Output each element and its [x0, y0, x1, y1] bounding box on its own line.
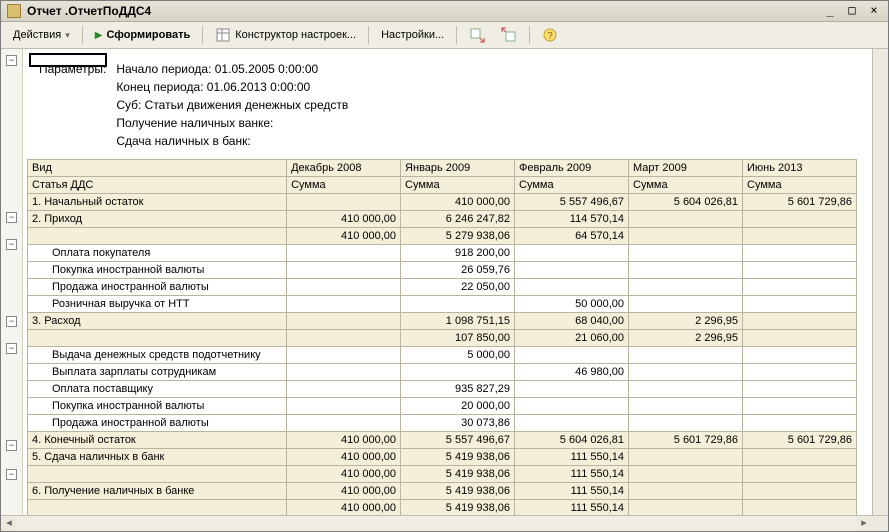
scroll-left-icon[interactable]: ◂: [1, 516, 17, 531]
form-button[interactable]: ▶Сформировать: [89, 27, 197, 43]
table-row: 4. Конечный остаток410 000,005 557 496,6…: [28, 432, 857, 449]
window-title: Отчет .ОтчетПоДДС4: [27, 4, 151, 18]
table-row: 6. Получение наличных в банке410 000,005…: [28, 483, 857, 500]
table-row: 1. Начальный остаток410 000,005 557 496,…: [28, 194, 857, 211]
col-mar2009: Март 2009: [629, 160, 743, 177]
col-dec2008: Декабрь 2008: [287, 160, 401, 177]
report-table: Вид Декабрь 2008 Январь 2009 Февраль 200…: [27, 159, 857, 515]
help-button[interactable]: ?: [536, 25, 564, 45]
col-feb2009: Февраль 2009: [515, 160, 629, 177]
actions-menu[interactable]: Действия: [7, 27, 76, 43]
grid-import-icon: [501, 27, 517, 43]
header-row-1: Вид Декабрь 2008 Январь 2009 Февраль 200…: [28, 160, 857, 177]
titlebar: Отчет .ОтчетПоДДС4 _ □ ×: [1, 1, 888, 22]
col-article: Статья ДДС: [28, 177, 287, 194]
tree-gutter: − − − − − − −: [1, 49, 23, 515]
table-row: 410 000,005 419 938,06111 550,14: [28, 466, 857, 483]
tree-toggle[interactable]: −: [6, 212, 17, 223]
parameters-block: Параметры:Начало периода: 01.05.2005 0:0…: [33, 59, 354, 151]
horizontal-scrollbar[interactable]: ◂ ▸: [1, 515, 888, 531]
constructor-button[interactable]: Конструктор настроек...: [209, 25, 362, 45]
table-row: Покупка иностранной валюты20 000,00: [28, 398, 857, 415]
tree-toggle[interactable]: −: [6, 316, 17, 327]
separator: [82, 26, 83, 44]
param-deposit: Сдача наличных в банк:: [112, 133, 352, 149]
svg-text:?: ?: [547, 31, 553, 42]
vertical-scrollbar[interactable]: [872, 49, 888, 515]
separator: [529, 26, 530, 44]
document-icon: [7, 4, 21, 18]
maximize-button[interactable]: □: [844, 4, 860, 18]
grid-export-icon: [469, 27, 485, 43]
col-jun2013: Июнь 2013: [743, 160, 857, 177]
report-body: Параметры:Начало периода: 01.05.2005 0:0…: [23, 49, 872, 515]
col-kind: Вид: [28, 160, 287, 177]
close-button[interactable]: ×: [866, 4, 882, 18]
separator: [202, 26, 203, 44]
table-row: 5. Сдача наличных в банк410 000,005 419 …: [28, 449, 857, 466]
table-row: 410 000,005 279 938,0664 570,14: [28, 228, 857, 245]
param-start: Начало периода: 01.05.2005 0:00:00: [112, 61, 352, 77]
col-jan2009: Январь 2009: [401, 160, 515, 177]
table-row: Оплата покупателя918 200,00: [28, 245, 857, 262]
tree-toggle[interactable]: −: [6, 440, 17, 451]
tool-icon-1[interactable]: [463, 25, 491, 45]
param-end: Конец периода: 01.06.2013 0:00:00: [112, 79, 352, 95]
table-row: Оплата поставщику935 827,29: [28, 381, 857, 398]
table-row: 2. Приход410 000,006 246 247,82114 570,1…: [28, 211, 857, 228]
tree-toggle[interactable]: −: [6, 469, 17, 480]
table-row: Выплата зарплаты сотрудникам46 980,00: [28, 364, 857, 381]
separator: [456, 26, 457, 44]
play-icon: ▶: [95, 30, 103, 41]
table-row: 410 000,005 419 938,06111 550,14: [28, 500, 857, 516]
tool-icon-2[interactable]: [495, 25, 523, 45]
param-sub: Суб: Статьи движения денежных средств: [112, 97, 352, 113]
table-row: Покупка иностранной валюты26 059,76: [28, 262, 857, 279]
tree-toggle[interactable]: −: [6, 343, 17, 354]
table-row: Продажа иностранной валюты22 050,00: [28, 279, 857, 296]
minimize-button[interactable]: _: [822, 4, 838, 18]
report-window: Отчет .ОтчетПоДДС4 _ □ × Действия ▶Сформ…: [0, 0, 889, 532]
help-icon: ?: [542, 27, 558, 43]
header-row-2: Статья ДДС Сумма Сумма Сумма Сумма Сумма: [28, 177, 857, 194]
tree-toggle[interactable]: −: [6, 55, 17, 66]
param-receive: Получение наличных ванке:: [112, 115, 352, 131]
settings-button[interactable]: Настройки...: [375, 27, 450, 43]
selection-box[interactable]: [29, 53, 107, 67]
tree-toggle[interactable]: −: [6, 239, 17, 250]
table-row: 107 850,0021 060,002 296,95: [28, 330, 857, 347]
table-row: Розничная выручка от НТТ50 000,00: [28, 296, 857, 313]
separator: [368, 26, 369, 44]
constructor-icon: [215, 27, 231, 43]
table-row: Продажа иностранной валюты30 073,86: [28, 415, 857, 432]
scroll-right-icon[interactable]: ▸: [856, 516, 872, 531]
toolbar: Действия ▶Сформировать Конструктор настр…: [1, 22, 888, 49]
table-row: 3. Расход1 098 751,1568 040,002 296,95: [28, 313, 857, 330]
table-row: Выдача денежных средств подотчетнику5 00…: [28, 347, 857, 364]
